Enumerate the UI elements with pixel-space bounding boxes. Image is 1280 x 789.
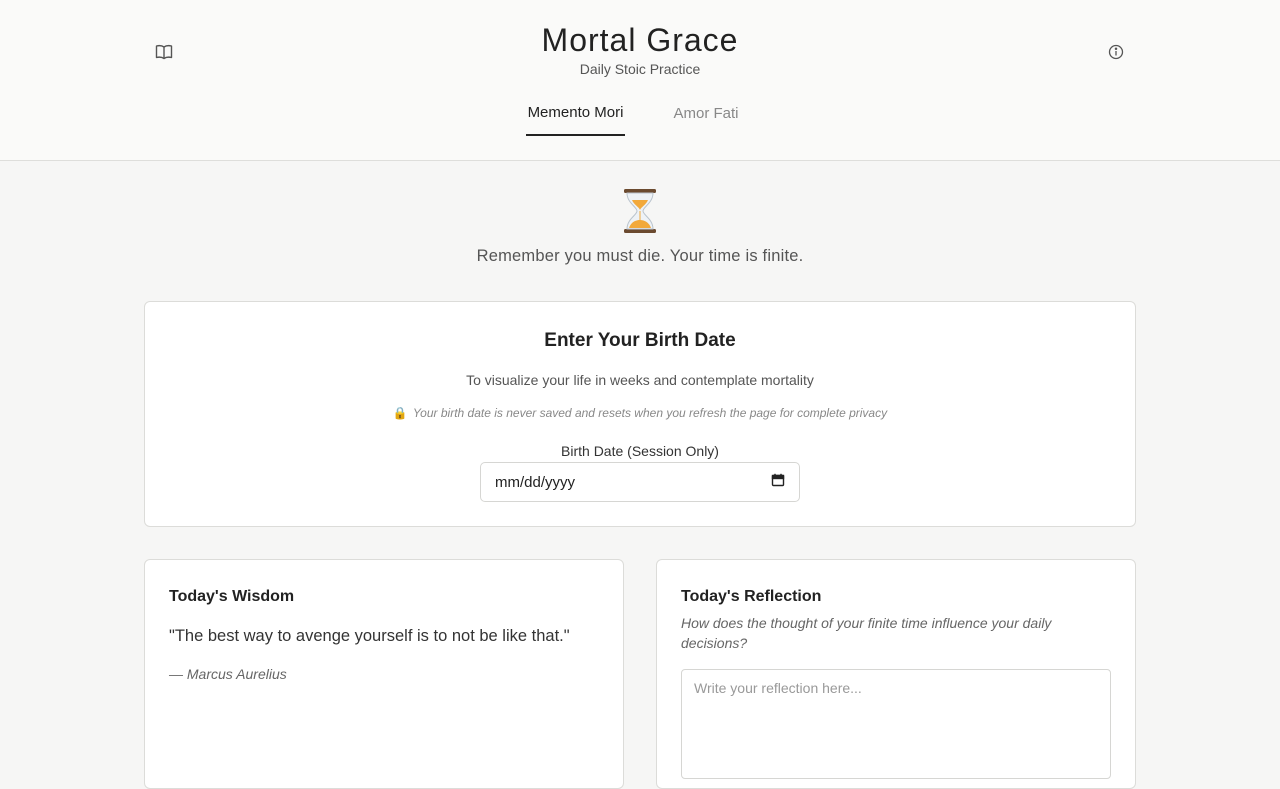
hourglass-icon: [0, 188, 1280, 240]
birth-card-description: To visualize your life in weeks and cont…: [466, 372, 814, 388]
birth-date-input[interactable]: mm/dd/yyyy: [480, 462, 800, 502]
reflection-prompt: How does the thought of your finite time…: [681, 615, 1052, 651]
birth-date-label: Birth Date (Session Only): [561, 443, 719, 459]
tab-bar: Memento Mori Amor Fati: [0, 104, 1280, 136]
app-header: Mortal Grace Daily Stoic Practice Mement…: [0, 0, 1280, 161]
app-title: Mortal Grace: [541, 22, 739, 58]
tab-amor-fati[interactable]: Amor Fati: [673, 105, 739, 137]
reflection-heading: Today's Reflection: [681, 588, 822, 605]
calendar-icon[interactable]: [771, 473, 785, 491]
wisdom-author: — Marcus Aurelius: [169, 666, 287, 682]
wisdom-quote: "The best way to avenge yourself is to n…: [169, 627, 570, 645]
privacy-note-text: Your birth date is never saved and reset…: [412, 406, 888, 420]
birth-date-placeholder: mm/dd/yyyy: [495, 473, 576, 491]
tab-memento-mori[interactable]: Memento Mori: [526, 104, 625, 136]
wisdom-card: Today's Wisdom "The best way to avenge y…: [144, 559, 624, 789]
wisdom-heading: Today's Wisdom: [169, 588, 295, 605]
info-icon[interactable]: [1104, 40, 1128, 64]
birth-card-title: Enter Your Birth Date: [544, 330, 736, 351]
reflection-textarea[interactable]: [681, 669, 1111, 779]
hero-text: Remember you must die. Your time is fini…: [476, 247, 804, 265]
lock-icon: 🔒: [392, 406, 408, 420]
birth-date-card: Enter Your Birth Date To visualize your …: [144, 301, 1136, 527]
app-subtitle: Daily Stoic Practice: [579, 61, 701, 77]
privacy-note: 🔒 Your birth date is never saved and rese…: [145, 406, 1135, 420]
reflection-card: Today's Reflection How does the thought …: [656, 559, 1136, 789]
